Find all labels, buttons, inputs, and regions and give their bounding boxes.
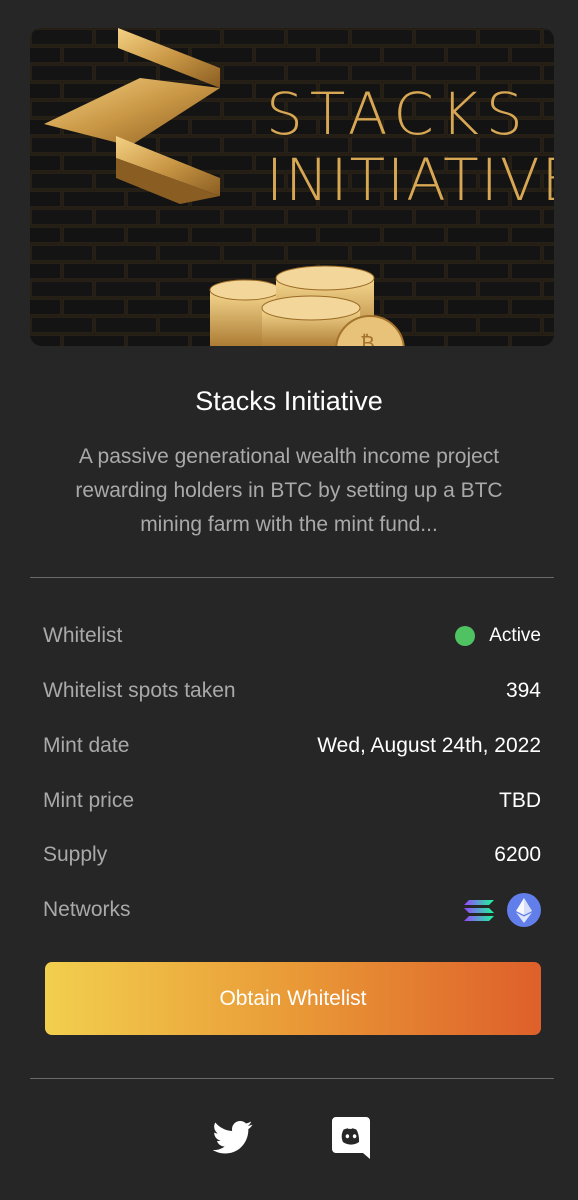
divider xyxy=(30,1078,554,1079)
mint-price-label: Mint price xyxy=(43,789,135,812)
status-text: Active xyxy=(489,625,541,646)
mint-price-row: Mint price TBD xyxy=(43,781,541,821)
supply-row: Supply 6200 xyxy=(43,835,541,875)
whitelist-label: Whitelist xyxy=(43,624,123,647)
whitelist-status: Active xyxy=(455,625,541,647)
status-dot-icon xyxy=(455,626,476,646)
mint-date-row: Mint date Wed, August 24th, 2022 xyxy=(43,726,541,766)
spots-label: Whitelist spots taken xyxy=(43,679,236,702)
project-banner: ₿ STACKS INITIATIVE xyxy=(30,28,554,346)
whitelist-row: Whitelist Active xyxy=(43,616,541,656)
ethereum-icon xyxy=(507,893,541,927)
spots-value: 394 xyxy=(505,679,541,702)
network-icons xyxy=(463,893,541,927)
mint-date-label: Mint date xyxy=(43,734,130,757)
spots-row: Whitelist spots taken 394 xyxy=(43,671,541,711)
solana-icon xyxy=(464,900,494,921)
project-title: Stacks Initiative xyxy=(195,386,383,416)
banner-title-line1: STACKS xyxy=(266,80,530,148)
obtain-whitelist-button[interactable]: Obtain Whitelist xyxy=(45,962,541,1035)
divider xyxy=(30,577,554,578)
project-description: A passive generational wealth income pro… xyxy=(75,445,503,536)
supply-value: 6200 xyxy=(494,843,541,866)
networks-label: Networks xyxy=(43,898,131,921)
mint-date-value: Wed, August 24th, 2022 xyxy=(317,734,541,757)
networks-row: Networks xyxy=(43,890,541,930)
twitter-icon[interactable] xyxy=(213,1117,253,1157)
discord-icon[interactable] xyxy=(332,1117,370,1159)
mint-price-value: TBD xyxy=(499,789,541,812)
banner-title-line2: INITIATIVE xyxy=(266,146,554,214)
supply-label: Supply xyxy=(43,843,108,866)
svg-text:₿: ₿ xyxy=(360,331,375,346)
